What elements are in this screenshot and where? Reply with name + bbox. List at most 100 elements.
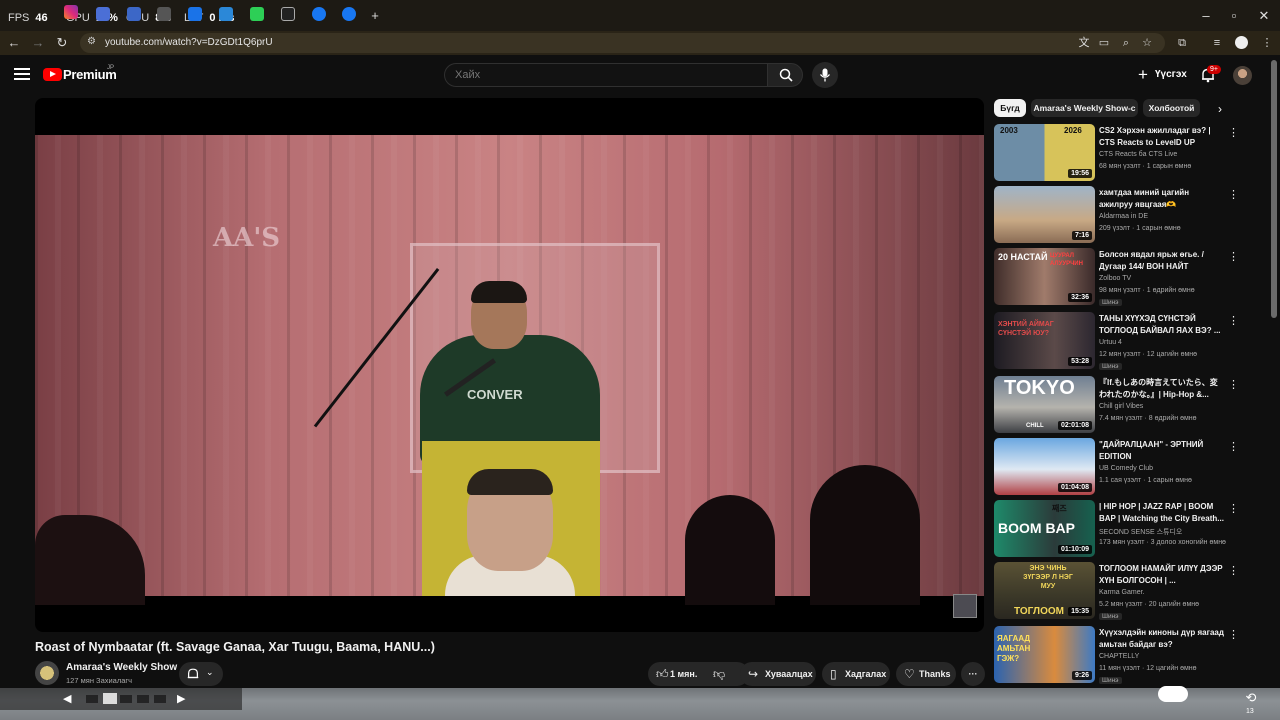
subscription-bell-button[interactable]: ⌄ xyxy=(179,662,223,686)
recommendation-channel[interactable]: UB Comedy Club xyxy=(1099,465,1153,472)
recommendation-item[interactable]: ЭНЭ ЧИНЬ ЗҮГЭЭР Л НЭГ МУУ ТОГЛООМ 15:35 … xyxy=(994,562,1244,620)
video-thumbnail[interactable]: 2003 2026 19:56 xyxy=(994,124,1095,181)
thanks-button[interactable]: ♡ Thanks xyxy=(896,662,956,686)
address-bar[interactable]: ⚙ youtube.com/watch?v=DzGDt1Q6prU 文 ▭ ⌕ … xyxy=(80,33,1165,53)
channel-name[interactable]: Amaraa's Weekly Show xyxy=(66,662,177,673)
reload-icon[interactable]: ↻ xyxy=(54,35,70,51)
recommendation-item[interactable]: ХЭНТИЙ АЙМАГ СҮНСТЭЙ ЮУ? 53:28 ТАНЫ ХҮҮХ… xyxy=(994,312,1244,370)
youtube-logo-icon[interactable] xyxy=(43,68,62,81)
scroller-thumb[interactable] xyxy=(103,693,117,704)
like-button[interactable]: 👍︎ 1 мян. xyxy=(648,662,749,686)
channel-watermark[interactable] xyxy=(953,594,977,618)
scroller-segment[interactable] xyxy=(120,695,132,703)
url-text[interactable]: youtube.com/watch?v=DzGDt1Q6prU xyxy=(105,37,273,48)
recommendation-channel[interactable]: Chill girl Vibes xyxy=(1099,403,1143,410)
more-vert-icon[interactable]: ⋮ xyxy=(1228,378,1239,392)
tab-icon[interactable] xyxy=(188,7,202,21)
more-vert-icon[interactable]: ⋮ xyxy=(1228,502,1239,516)
recommendation-item[interactable]: 7:16 хамтдаа миний цагийн ажилруу явцгаа… xyxy=(994,186,1244,244)
more-vert-icon[interactable]: ⋮ xyxy=(1228,628,1239,642)
recommendation-channel[interactable]: Karma Gamer. xyxy=(1099,589,1145,596)
recommendation-title[interactable]: "ДАЙРАЛЦААН" - ЭРТНИЙ EDITION xyxy=(1099,439,1225,463)
chip-channel[interactable]: Amaraa's Weekly Show-с xyxy=(1031,99,1138,117)
extensions-icon[interactable]: ⧉ xyxy=(1175,36,1189,50)
recommendation-channel[interactable]: Zolboo TV xyxy=(1099,275,1131,282)
tab-icon[interactable] xyxy=(127,7,141,21)
scroller-segment[interactable] xyxy=(137,695,149,703)
page-scrollbar[interactable] xyxy=(1271,60,1277,318)
tab-icon[interactable] xyxy=(157,7,171,21)
new-tab-icon[interactable]: + xyxy=(367,8,383,24)
recommendation-title[interactable]: | HIP HOP | JAZZ RAP | BOOM BAP | Watchi… xyxy=(1099,501,1225,525)
recommendation-channel[interactable]: Aldarmaa in DE xyxy=(1099,213,1148,220)
recommendation-item[interactable]: BOOM BAP 째즈 01:10:09 | HIP HOP | JAZZ RA… xyxy=(994,500,1244,558)
video-thumbnail[interactable]: ХЭНТИЙ АЙМАГ СҮНСТЭЙ ЮУ? 53:28 xyxy=(994,312,1095,369)
forward-icon[interactable]: → xyxy=(30,35,46,51)
cast-icon[interactable]: ▭ xyxy=(1097,36,1111,50)
video-thumbnail[interactable]: BOOM BAP 째즈 01:10:09 xyxy=(994,500,1095,557)
scroller-segment[interactable] xyxy=(86,695,98,703)
chip-all[interactable]: Бүгд xyxy=(994,99,1026,117)
media-controls-icon[interactable]: ≡ xyxy=(1210,36,1224,50)
voice-search-button[interactable] xyxy=(812,62,838,88)
recommendation-title[interactable]: ТОГЛООМ НАМАЙГ ИЛҮҮ ДЭЭР ХҮН БОЛГОСОН | … xyxy=(1099,563,1225,587)
chip-related[interactable]: Холбоотой xyxy=(1143,99,1200,117)
history-icon[interactable]: ⟲ xyxy=(1240,690,1262,706)
video-thumbnail[interactable]: ЭНЭ ЧИНЬ ЗҮГЭЭР Л НЭГ МУУ ТОГЛООМ 15:35 xyxy=(994,562,1095,619)
overlay-toggle-icon[interactable] xyxy=(1158,686,1188,702)
dislike-button[interactable]: 👎︎ xyxy=(708,662,732,686)
recommendation-channel[interactable]: CHAPTELLY xyxy=(1099,653,1139,660)
maximize-icon[interactable]: ▫ xyxy=(1226,8,1242,24)
save-button[interactable]: ▯ Хадгалах xyxy=(822,662,890,686)
recommendation-title[interactable]: CS2 Хэрхэн ажилладаг вэ? | CTS Reacts to… xyxy=(1099,125,1225,149)
tab-icon[interactable] xyxy=(250,7,264,21)
recommendation-item[interactable]: 2003 2026 19:56 CS2 Хэрхэн ажилладаг вэ?… xyxy=(994,124,1244,182)
video-player[interactable]: AA'S CONVER xyxy=(35,98,984,632)
facebook-tab-icon[interactable] xyxy=(342,7,356,21)
translate-icon[interactable]: 文 xyxy=(1077,36,1091,50)
menu-icon[interactable] xyxy=(14,68,30,80)
recommendation-item[interactable]: 20 НАСТАЙ ЦУУРАЛ АЛУУРЧИН 32:36 Болсон я… xyxy=(994,248,1244,306)
video-thumbnail[interactable]: 7:16 xyxy=(994,186,1095,243)
tab-icon[interactable] xyxy=(96,7,110,21)
recommendation-channel[interactable]: Urtuu 4 xyxy=(1099,339,1122,346)
recommendation-title[interactable]: 『If.もしあの時言えていたら、変われたのかな。』| Hip-Hop &... xyxy=(1099,377,1225,401)
messenger-tab-icon[interactable] xyxy=(312,7,326,21)
instagram-tab-icon[interactable] xyxy=(64,5,78,19)
more-vert-icon[interactable]: ⋮ xyxy=(1228,440,1239,454)
more-vert-icon[interactable]: ⋮ xyxy=(1228,564,1239,578)
scroll-left-icon[interactable]: ◀ xyxy=(63,692,71,705)
account-avatar[interactable] xyxy=(1233,66,1252,85)
share-button[interactable]: ↪ Хуваалцах xyxy=(740,662,816,686)
bookmark-star-icon[interactable]: ☆ xyxy=(1140,36,1154,50)
scroll-right-icon[interactable]: ▶ xyxy=(177,692,185,705)
recommendation-title[interactable]: хамтдаа миний цагийн ажилруу явцгаая🫶 xyxy=(1099,187,1225,211)
scroller-segment[interactable] xyxy=(154,695,166,703)
recommendation-item[interactable]: 01:04:08 "ДАЙРАЛЦААН" - ЭРТНИЙ EDITION U… xyxy=(994,438,1244,496)
close-icon[interactable]: ✕ xyxy=(1256,8,1272,24)
profile-icon[interactable] xyxy=(1235,36,1248,49)
chevron-right-icon[interactable]: › xyxy=(1212,101,1228,117)
recommendation-title[interactable]: ТАНЫ ХҮҮХЭД СҮНСТЭЙ ТОГЛООД БАЙВАЛ ЯАХ В… xyxy=(1099,313,1225,337)
video-thumbnail[interactable]: 20 НАСТАЙ ЦУУРАЛ АЛУУРЧИН 32:36 xyxy=(994,248,1095,305)
recommendation-channel[interactable]: SECOND SENSE 스튜디오 xyxy=(1099,527,1182,537)
video-thumbnail[interactable]: TOKYO CHILL 02:01:08 xyxy=(994,376,1095,433)
more-vert-icon[interactable]: ⋮ xyxy=(1228,314,1239,328)
more-vert-icon[interactable]: ⋮ xyxy=(1228,126,1239,140)
more-vert-icon[interactable]: ⋮ xyxy=(1228,188,1239,202)
recommendation-item[interactable]: ЯАГААД АМЬТАН ГЭЖ? 9:26 Хүүхэлдэйн кинон… xyxy=(994,626,1244,684)
video-thumbnail[interactable]: ЯАГААД АМЬТАН ГЭЖ? 9:26 xyxy=(994,626,1095,683)
tab-icon[interactable] xyxy=(281,7,295,21)
tab-icon[interactable] xyxy=(219,7,233,21)
search-input[interactable]: Хайх xyxy=(444,63,767,87)
back-icon[interactable]: ← xyxy=(6,35,22,51)
more-actions-button[interactable]: ··· xyxy=(961,662,985,686)
browser-menu-icon[interactable]: ⋮ xyxy=(1260,36,1274,50)
minimize-icon[interactable]: – xyxy=(1198,8,1214,24)
more-vert-icon[interactable]: ⋮ xyxy=(1228,250,1239,264)
recommendation-title[interactable]: Хүүхэлдэйн киноны дүр яагаад амьтан байд… xyxy=(1099,627,1225,651)
video-thumbnail[interactable]: 01:04:08 xyxy=(994,438,1095,495)
site-info-icon[interactable]: ⚙ xyxy=(87,36,96,47)
channel-avatar[interactable] xyxy=(35,661,59,685)
create-button[interactable]: + Үүсгэх xyxy=(1133,62,1193,88)
